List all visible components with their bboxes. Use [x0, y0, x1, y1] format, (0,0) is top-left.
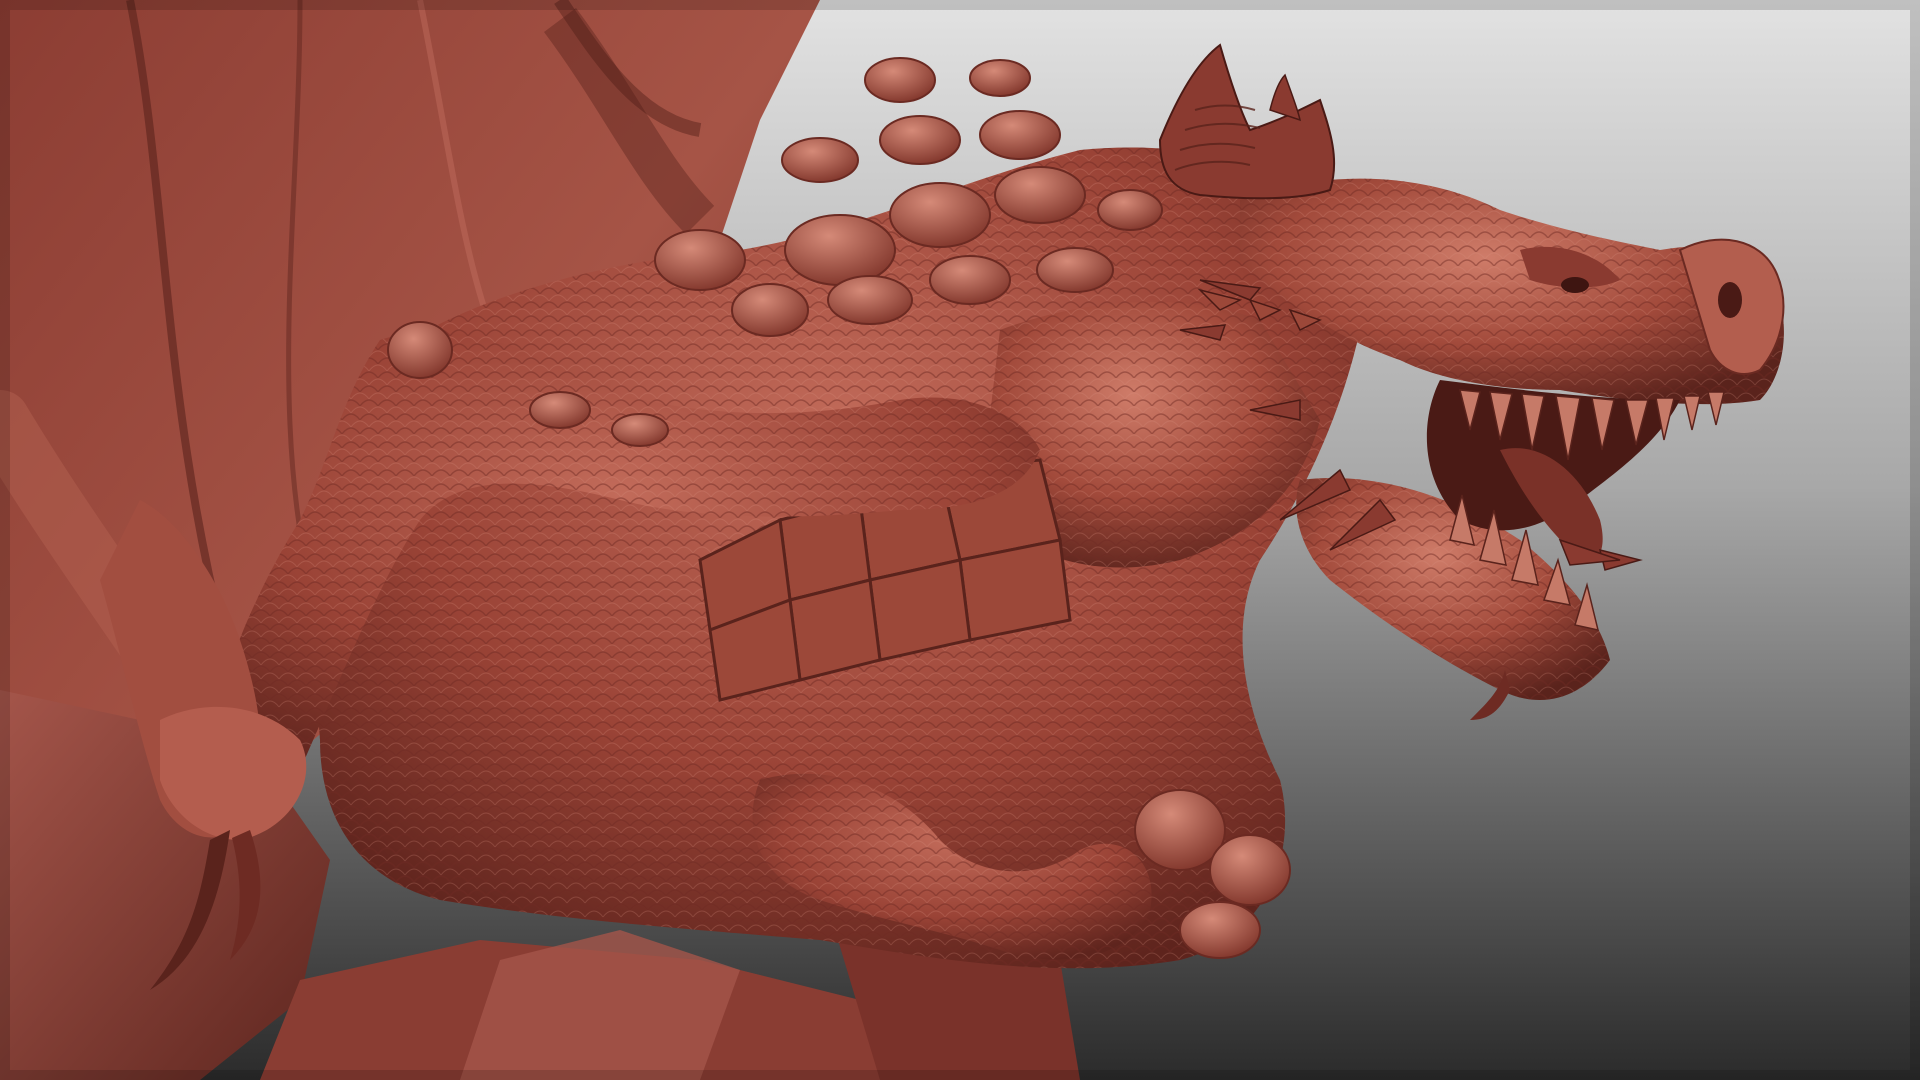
render-viewport — [0, 0, 1920, 1080]
sculpt-render — [0, 0, 1920, 1080]
